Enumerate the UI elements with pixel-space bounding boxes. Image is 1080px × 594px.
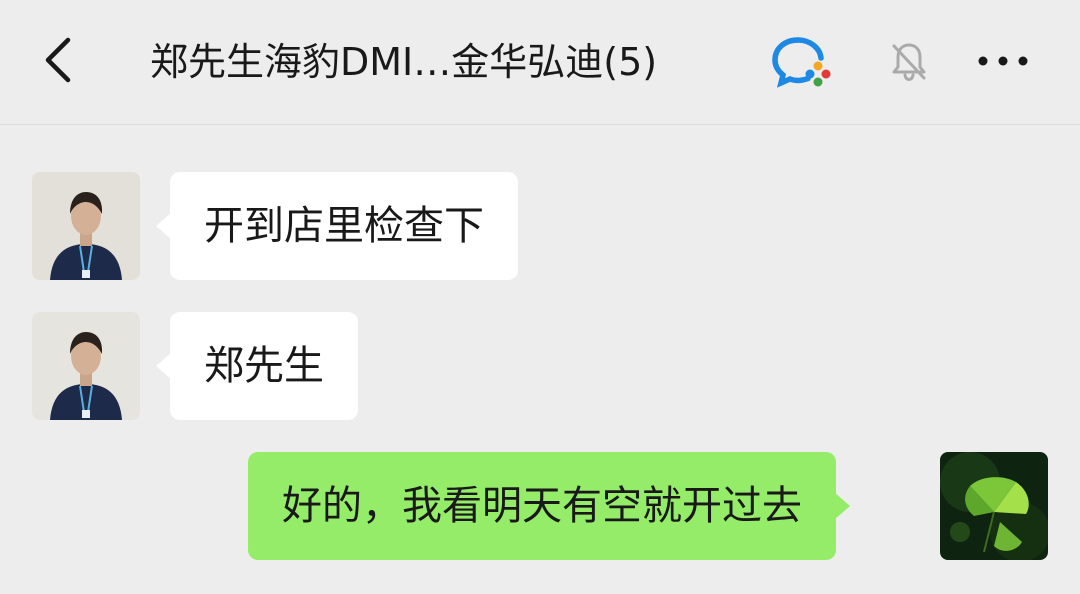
- more-options-button[interactable]: [972, 38, 1034, 84]
- wecom-chat-icon[interactable]: [770, 34, 832, 90]
- message-text: 郑先生: [204, 343, 324, 389]
- sender-avatar[interactable]: [32, 312, 140, 420]
- message-bubble[interactable]: 郑先生: [156, 312, 358, 420]
- sender-avatar[interactable]: [32, 172, 140, 280]
- my-avatar[interactable]: [940, 452, 1048, 560]
- chevron-left-icon: [45, 37, 71, 83]
- chat-header: 郑先生海豹DMI…金华弘迪(5): [0, 0, 1080, 125]
- bell-muted-icon: [886, 38, 932, 84]
- message-text: 开到店里检查下: [204, 203, 484, 249]
- back-button[interactable]: [30, 30, 90, 90]
- chat-title: 郑先生海豹DMI…金华弘迪(5): [150, 40, 658, 84]
- message-bubble-outgoing[interactable]: 好的，我看明天有空就开过去: [248, 452, 850, 560]
- message-text: 好的，我看明天有空就开过去: [282, 483, 802, 529]
- more-dots-icon: [978, 56, 1028, 66]
- message-bubble[interactable]: 开到店里检查下: [156, 172, 518, 280]
